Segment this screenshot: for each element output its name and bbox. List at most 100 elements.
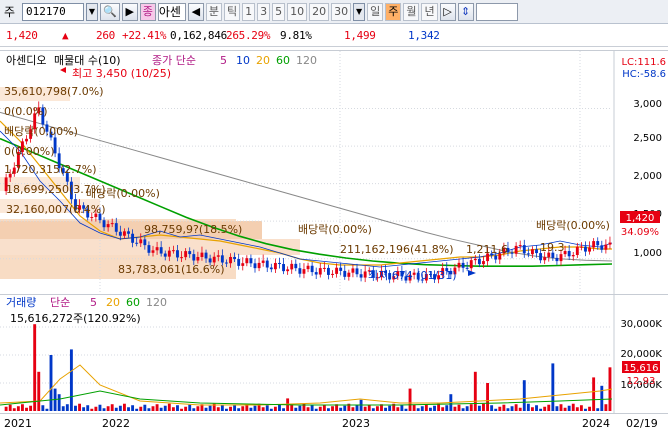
candle-body: [155, 247, 159, 251]
volume-bar: [579, 405, 583, 411]
period-3[interactable]: 3: [257, 2, 271, 21]
mode-button[interactable]: 종: [139, 2, 156, 21]
volume-bar: [216, 407, 220, 411]
candle-body: [90, 217, 94, 219]
volume-bar: [331, 406, 334, 411]
volume-bar: [147, 408, 151, 411]
search-field[interactable]: [475, 2, 518, 21]
stock-name-field: 아센: [157, 2, 186, 21]
candle-body: [257, 262, 261, 269]
speaker-icon[interactable]: ▶: [121, 2, 138, 21]
chevron-down-icon[interactable]: ▼: [86, 2, 98, 21]
volume-bar: [45, 408, 49, 411]
candle-body: [555, 257, 559, 262]
volume-bar: [33, 324, 37, 411]
volume-bar: [220, 405, 224, 411]
y-tick-3000: 3,000: [633, 99, 662, 110]
volume-bar: [192, 408, 196, 411]
candle-body: [310, 265, 314, 273]
min-arrow-icon: [468, 270, 476, 276]
volume-chart[interactable]: 30,000K 20,000K 10,000K 15,616 12,93 거래량…: [0, 295, 668, 413]
max-price-annotation: 최고 3,450 (10/25): [72, 67, 171, 80]
volume-bar: [253, 405, 257, 411]
candle-body: [469, 260, 473, 269]
volume-bar: [547, 404, 551, 411]
stock-code-input[interactable]: 012170: [22, 2, 84, 21]
candle-body: [184, 251, 188, 258]
legend-ma5: 5: [220, 54, 227, 67]
candle-body: [347, 272, 351, 277]
volume-bar: [78, 403, 81, 411]
volume-bar: [98, 404, 102, 411]
volume-bar: [318, 406, 322, 411]
volume-bar: [241, 406, 245, 411]
candle-body: [575, 246, 579, 256]
period-dropdown-icon[interactable]: ▼: [353, 2, 366, 21]
period-5[interactable]: 5: [272, 2, 286, 21]
volume-bar: [477, 405, 481, 411]
volume-bar: [531, 407, 534, 411]
period-10[interactable]: 10: [287, 2, 308, 21]
volume-bar: [543, 406, 547, 411]
unit-week[interactable]: 주: [385, 2, 402, 21]
volume-bar: [575, 407, 579, 411]
volume-bar: [25, 407, 28, 411]
candle-body: [249, 258, 253, 264]
volume-bar: [355, 405, 359, 411]
volume-bar: [74, 405, 77, 411]
candle-body: [351, 268, 355, 273]
volume-bar: [314, 408, 318, 411]
volume-bar: [69, 349, 73, 411]
candle-body: [465, 267, 469, 269]
next-arrow-icon[interactable]: ▷: [439, 2, 456, 21]
candle-body: [151, 250, 155, 253]
current-price: 1,420: [6, 29, 38, 42]
price-chart[interactable]: 3,000 2,500 2,000 1,500 1,000 LC:111.6 H…: [0, 51, 668, 295]
volume-bar: [65, 404, 69, 411]
period-30[interactable]: 30: [331, 2, 352, 21]
volume-bar: [86, 405, 90, 411]
candle-body: [196, 256, 200, 261]
volume-bar: [106, 406, 110, 411]
candle-body: [204, 252, 208, 259]
vp-label-13: 1,211,6: [466, 243, 508, 256]
volume-chart-panel[interactable]: 30,000K 20,000K 10,000K 15,616 12,93 거래량…: [0, 294, 668, 413]
magnifier-icon[interactable]: 🔍: [100, 2, 120, 21]
prev-arrow-icon[interactable]: ◀: [187, 2, 204, 21]
volume-bar: [429, 407, 432, 411]
candle-body: [559, 254, 563, 262]
minute-button[interactable]: 분: [205, 2, 222, 21]
volume-bar: [143, 404, 147, 411]
candle-body: [290, 263, 294, 270]
volume-bar: [298, 405, 302, 411]
unit-month[interactable]: 월: [403, 2, 420, 21]
max-arrow-icon: [60, 67, 66, 73]
period-20[interactable]: 20: [309, 2, 330, 21]
volume-pct: 265.29%: [226, 29, 271, 42]
volume-bar: [571, 403, 575, 411]
volume-bar: [102, 408, 106, 411]
updown-arrow-icon[interactable]: ⇕: [457, 2, 474, 21]
candle-body: [114, 223, 118, 232]
tick-button[interactable]: 틱: [223, 2, 241, 21]
volume-bar: [539, 408, 543, 411]
candle-body: [286, 269, 290, 272]
candle-body: [220, 255, 224, 263]
volume-bar: [396, 407, 400, 411]
unit-year[interactable]: 년: [421, 2, 438, 21]
candle-body: [535, 249, 538, 254]
candle-body: [212, 256, 216, 263]
unit-day[interactable]: 일: [367, 2, 384, 21]
candle-body: [522, 245, 526, 254]
volume-bar: [555, 406, 559, 411]
candle-body: [600, 245, 604, 250]
price-chart-panel[interactable]: 3,000 2,500 2,000 1,500 1,000 LC:111.6 H…: [0, 50, 668, 295]
volume-bar: [412, 404, 416, 411]
vp-label-5: 1,720,315(2.7%): [4, 163, 97, 176]
candle-body: [588, 247, 591, 252]
candle-body: [526, 253, 530, 255]
candle-body: [237, 259, 241, 266]
trade-volume: 0,162,846: [170, 29, 227, 42]
period-1[interactable]: 1: [242, 2, 256, 21]
volume-bar: [139, 406, 143, 411]
